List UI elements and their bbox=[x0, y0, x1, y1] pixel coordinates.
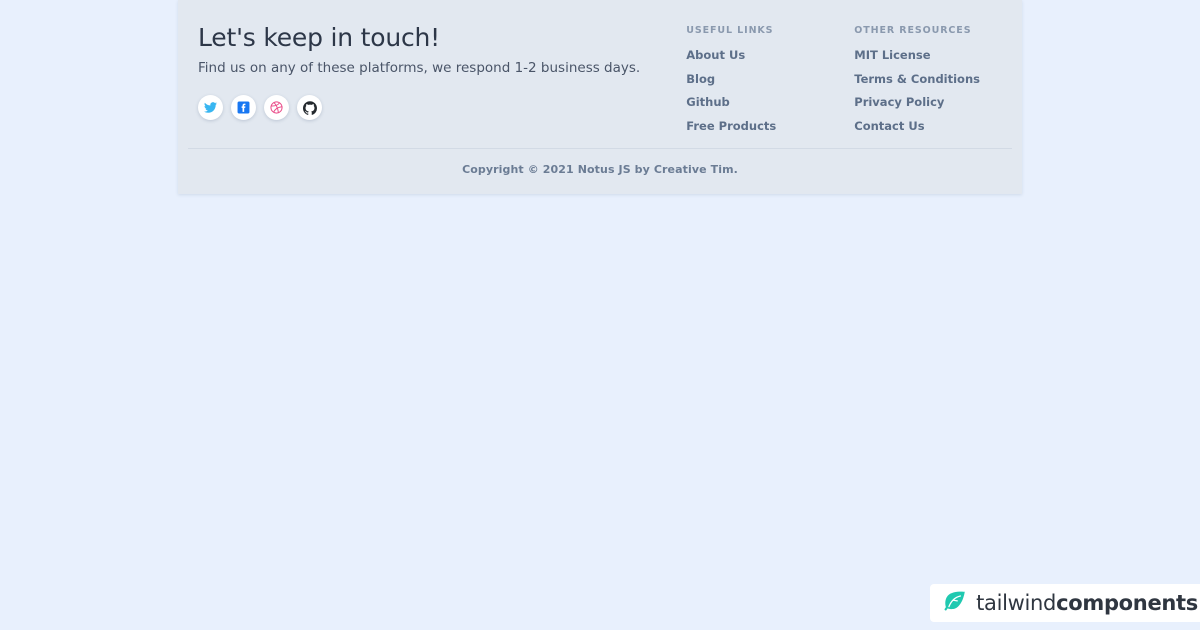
social-button-twitter[interactable] bbox=[198, 95, 223, 121]
footer-link-contact-us[interactable]: Contact Us bbox=[854, 119, 924, 133]
footer-column-useful-links: USEFUL LINKS About Us Blog Github Free P… bbox=[686, 25, 798, 138]
list-item: About Us bbox=[686, 44, 798, 63]
footer-column-title: OTHER RESOURCES bbox=[854, 25, 972, 36]
social-links-row bbox=[198, 95, 640, 121]
page-title: Let's keep in touch! bbox=[198, 23, 440, 52]
social-button-facebook[interactable] bbox=[231, 95, 256, 121]
footer-link-mit-license[interactable]: MIT License bbox=[854, 48, 930, 62]
footer-link-blog[interactable]: Blog bbox=[686, 72, 715, 86]
footer-brand-block: Let's keep in touch! Find us on any of t… bbox=[198, 20, 640, 138]
footer-column-title: USEFUL LINKS bbox=[686, 25, 774, 36]
list-item: Privacy Policy bbox=[854, 91, 980, 110]
tailwindcomponents-watermark: tailwindcomponents bbox=[930, 584, 1200, 622]
list-item: Blog bbox=[686, 68, 798, 87]
footer-link-github[interactable]: Github bbox=[686, 95, 729, 109]
footer-link-list: MIT License Terms & Conditions Privacy P… bbox=[854, 44, 980, 134]
footer-subtitle: Find us on any of these platforms, we re… bbox=[198, 60, 641, 77]
footer-column-other-resources: OTHER RESOURCES MIT License Terms & Cond… bbox=[854, 25, 980, 138]
list-item: Contact Us bbox=[854, 115, 980, 134]
watermark-text-light: tailwind bbox=[976, 591, 1057, 615]
dribbble-icon bbox=[270, 101, 283, 114]
list-item: Terms & Conditions bbox=[854, 68, 980, 87]
list-item: MIT License bbox=[854, 44, 980, 63]
footer-link-free-products[interactable]: Free Products bbox=[686, 119, 776, 133]
watermark-text-bold: components bbox=[1056, 591, 1198, 615]
twitter-icon bbox=[204, 101, 217, 114]
footer-card: Let's keep in touch! Find us on any of t… bbox=[178, 0, 1022, 194]
footer-link-about-us[interactable]: About Us bbox=[686, 48, 745, 62]
github-icon bbox=[302, 100, 317, 115]
footer-link-terms-conditions[interactable]: Terms & Conditions bbox=[854, 72, 980, 86]
footer-links-columns: USEFUL LINKS About Us Blog Github Free P… bbox=[686, 20, 1002, 138]
footer-link-list: About Us Blog Github Free Products bbox=[686, 44, 798, 134]
watermark-label: tailwindcomponents bbox=[976, 591, 1200, 615]
copyright-text: Copyright © 2021 Notus JS by Creative Ti… bbox=[462, 163, 738, 176]
list-item: Free Products bbox=[686, 115, 798, 134]
list-item: Github bbox=[686, 91, 798, 110]
leaf-icon bbox=[942, 588, 968, 618]
social-button-github[interactable] bbox=[297, 95, 322, 121]
footer-top-section: Let's keep in touch! Find us on any of t… bbox=[178, 0, 1022, 138]
footer-link-privacy-policy[interactable]: Privacy Policy bbox=[854, 95, 944, 109]
footer-divider bbox=[188, 148, 1012, 149]
facebook-icon bbox=[237, 101, 250, 114]
social-button-dribbble[interactable] bbox=[264, 95, 289, 121]
